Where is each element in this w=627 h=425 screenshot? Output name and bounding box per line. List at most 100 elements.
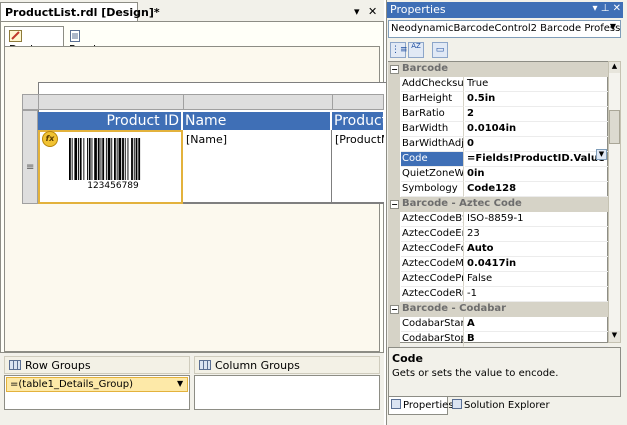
property-row[interactable]: AztecCodeProcFalse (388, 272, 608, 287)
property-value[interactable]: 0.5in (465, 92, 608, 107)
property-value[interactable]: False (465, 272, 608, 287)
tablix-column-handles[interactable] (22, 94, 384, 110)
property-row[interactable]: AztecCodeFormAuto (388, 242, 608, 257)
property-row[interactable]: Symbology Code128 (388, 182, 608, 197)
barcode-bar (69, 138, 71, 180)
property-name[interactable]: AztecCodeRune (401, 287, 464, 302)
collapse-toggle-icon[interactable]: − (390, 305, 399, 314)
property-name[interactable]: AztecCodeByte (401, 212, 464, 227)
product-cell[interactable]: [ProductM (333, 130, 384, 204)
property-row-gutter (388, 257, 400, 272)
property-grid-scrollbar[interactable] (608, 61, 621, 343)
window-list-dropdown-icon[interactable]: ▾ (354, 5, 366, 19)
property-category-row[interactable]: − Barcode - Codabar (388, 302, 608, 317)
property-value[interactable]: -1 (465, 287, 608, 302)
object-selector[interactable]: NeodynamicBarcodeControl2 Barcode Profes… (388, 20, 621, 38)
property-row[interactable]: AztecCodeError23 (388, 227, 608, 242)
property-row[interactable]: CodabarStartChA (388, 317, 608, 332)
property-value[interactable]: A (465, 317, 608, 332)
property-value[interactable]: 0.0417in (465, 257, 608, 272)
tab-properties[interactable]: Properties (388, 397, 454, 415)
categorized-view-icon[interactable]: ⋮≡ (390, 42, 408, 58)
property-row[interactable]: BarWidthAdjust0 (388, 137, 608, 152)
column-groups-header: Column Groups (194, 356, 380, 374)
property-value[interactable]: 23 (465, 227, 608, 242)
property-name[interactable]: BarRatio (401, 107, 464, 122)
tablix-row-handles[interactable] (22, 110, 38, 204)
property-value[interactable]: Code128 (465, 182, 608, 197)
object-selector-chevron-down-icon[interactable]: ▼ (607, 22, 619, 36)
property-row[interactable]: AztecCodeRune-1 (388, 287, 608, 302)
code-value-dropdown-icon[interactable]: ▼ (596, 149, 607, 160)
property-name[interactable]: AztecCodeForm (401, 242, 464, 257)
collapse-toggle-icon[interactable]: − (390, 200, 399, 209)
alphabetical-sort-icon[interactable]: AZ (408, 42, 424, 58)
scroll-down-icon[interactable]: ▼ (609, 331, 620, 342)
barcode-bar (111, 138, 113, 180)
property-name[interactable]: Symbology (401, 182, 464, 197)
property-value[interactable]: Auto (465, 242, 608, 257)
property-row[interactable]: AztecCodeByteISO-8859-1 (388, 212, 608, 227)
property-value[interactable]: 2 (465, 107, 608, 122)
property-value[interactable]: =Fields!ProductID.Value (465, 152, 608, 167)
property-name[interactable]: AddChecksum (401, 77, 464, 92)
property-category-row[interactable]: − Barcode (388, 62, 608, 77)
barcode-bar (114, 138, 116, 180)
property-category-label: Barcode - Aztec Code (402, 198, 522, 209)
property-value[interactable]: True (465, 77, 608, 92)
row-group-dropdown-icon[interactable]: ▼ (177, 379, 187, 389)
tab-preview[interactable]: Preview (66, 28, 126, 56)
tab-design[interactable]: Design (4, 26, 64, 56)
property-row-gutter (388, 137, 400, 152)
property-name[interactable]: AztecCodeError (401, 227, 464, 242)
header-cell-product-id[interactable]: Product ID (38, 112, 182, 130)
barcode-bar (124, 138, 126, 180)
property-value[interactable]: 0 (465, 137, 608, 152)
barcode-bar (87, 138, 88, 180)
property-name[interactable]: Code (401, 152, 464, 167)
header-cell-product[interactable]: Product (332, 112, 384, 130)
property-name[interactable]: CodabarStartCh (401, 317, 464, 332)
barcode-bar (97, 138, 100, 180)
property-value[interactable]: ISO-8859-1 (465, 212, 608, 227)
property-name[interactable]: BarWidth (401, 122, 464, 137)
property-row[interactable]: CodabarStopChB (388, 332, 608, 347)
header-cell-name[interactable]: Name (183, 112, 331, 130)
property-row-selected[interactable]: Code =Fields!ProductID.Value (388, 152, 608, 167)
barcode-human-readable-text: 123456789 (87, 181, 139, 191)
document-tab[interactable]: ProductList.rdl [Design]* (0, 2, 160, 22)
property-name[interactable]: AztecCodeModu (401, 257, 464, 272)
property-row[interactable]: BarWidth 0.0104in (388, 122, 608, 137)
property-row[interactable]: QuietZoneWidth0in (388, 167, 608, 182)
collapse-toggle-icon[interactable]: − (390, 65, 399, 74)
property-pages-icon[interactable]: ▭ (432, 42, 448, 58)
property-name[interactable]: BarWidthAdjust (401, 137, 464, 152)
property-value[interactable]: B (465, 332, 608, 347)
barcode-bar (102, 138, 105, 180)
name-cell[interactable]: [Name] (184, 130, 332, 204)
tab-solution-explorer[interactable]: Solution Explorer (450, 397, 550, 415)
property-row[interactable]: AddChecksumTrue (388, 77, 608, 92)
properties-tab-icon (391, 399, 401, 409)
scrollbar-thumb[interactable] (609, 110, 620, 144)
details-row-handle-icon[interactable]: ≡ (26, 162, 36, 173)
property-row[interactable]: BarRatio 2 (388, 107, 608, 122)
property-value[interactable]: 0.0104in (465, 122, 608, 137)
property-name[interactable]: CodabarStopCh (401, 332, 464, 347)
barcode-bar (116, 138, 118, 180)
property-category-row[interactable]: − Barcode - Aztec Code (388, 197, 608, 212)
property-row-gutter (388, 332, 400, 347)
scroll-up-icon[interactable]: ▲ (609, 62, 620, 73)
row-group-item[interactable]: =(table1_Details_Group) (6, 377, 188, 392)
preview-page-icon (70, 30, 80, 42)
property-name[interactable]: AztecCodeProc (401, 272, 464, 287)
close-document-icon[interactable]: ✕ (368, 5, 380, 19)
property-row[interactable]: AztecCodeModu0.0417in (388, 257, 608, 272)
property-name[interactable]: QuietZoneWidth (401, 167, 464, 182)
property-row[interactable]: BarHeight 0.5in (388, 92, 608, 107)
properties-window-controls[interactable]: ▾ ⊥ ✕ (573, 3, 621, 17)
property-name[interactable]: BarHeight (401, 92, 464, 107)
row-group-item-label: =(table1_Details_Group) (10, 379, 133, 390)
property-row-gutter (388, 152, 400, 167)
property-value[interactable]: 0in (465, 167, 608, 182)
